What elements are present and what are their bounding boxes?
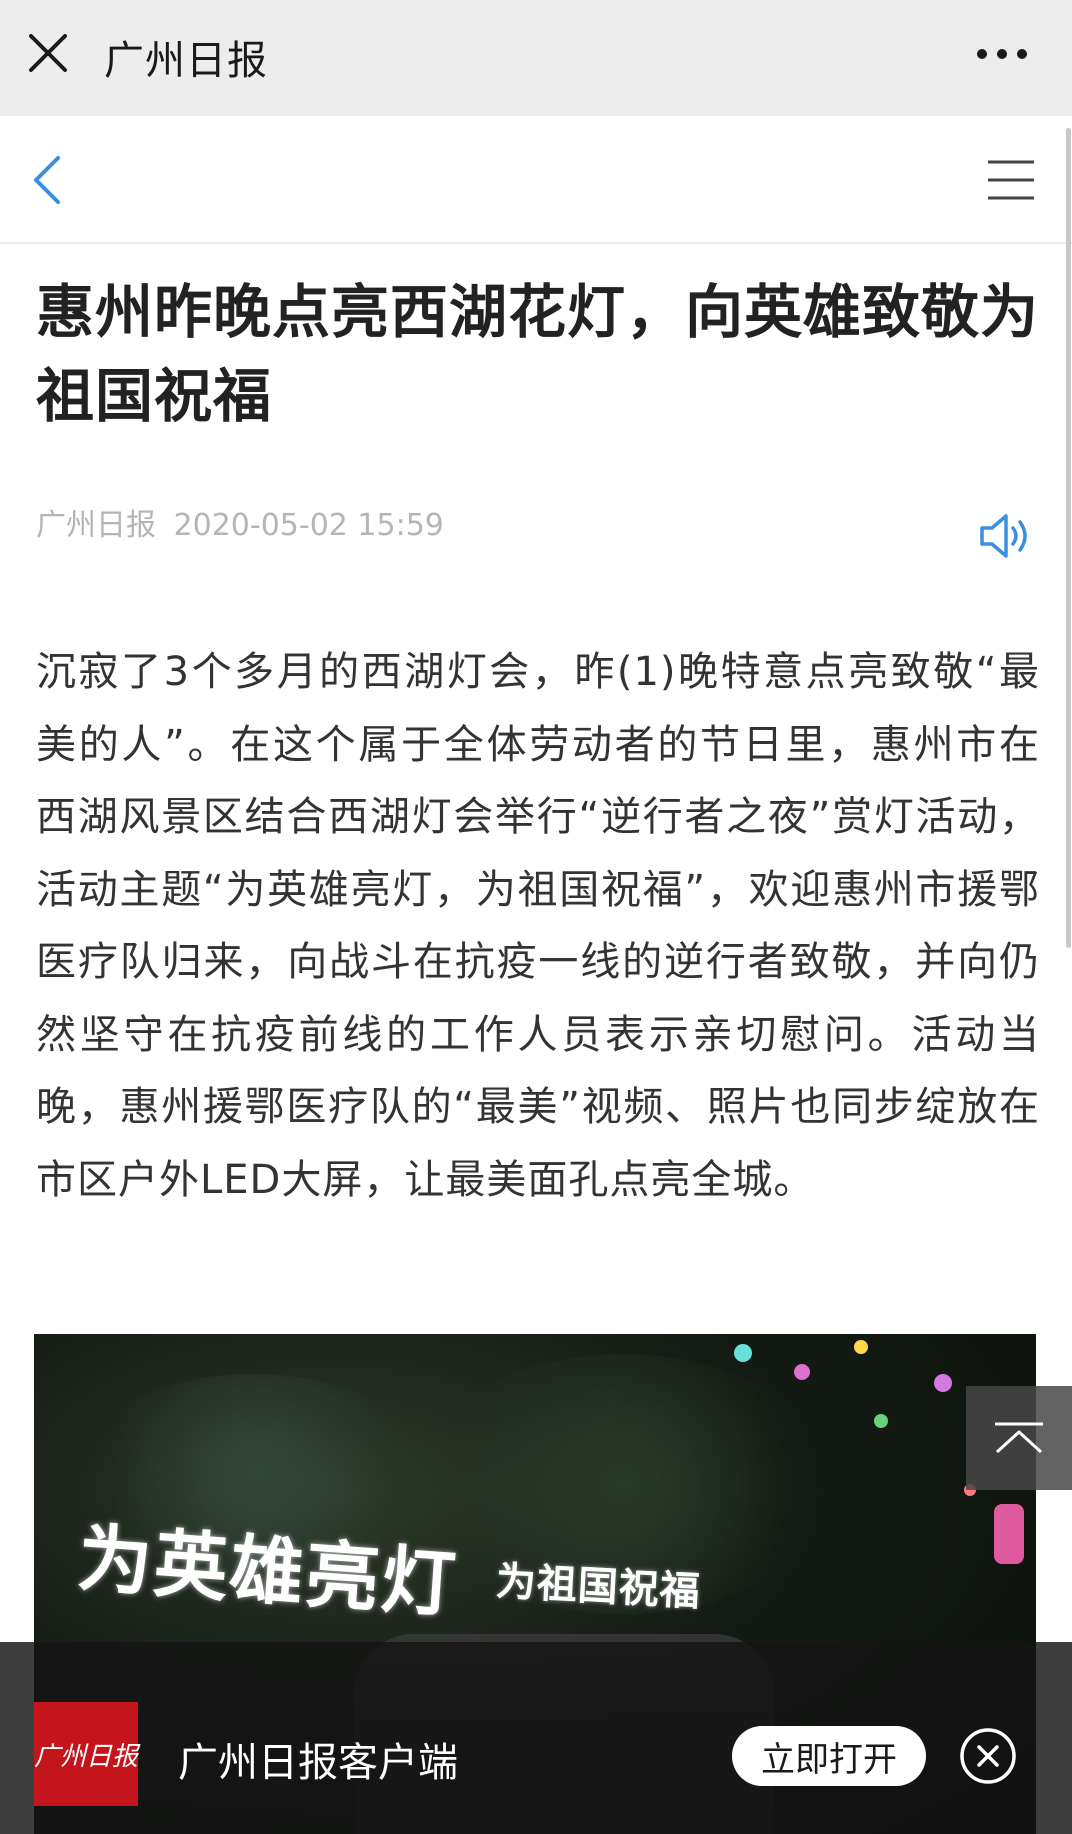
app-name: 广州日报客户端 xyxy=(178,1740,458,1786)
chevron-left-icon xyxy=(34,156,60,204)
speaker-icon xyxy=(980,514,1027,558)
close-banner-button[interactable] xyxy=(958,1726,1018,1786)
photo-light xyxy=(874,1414,888,1428)
photo-light xyxy=(734,1344,752,1362)
article-datetime: 2020-05-02 15:59 xyxy=(173,508,444,543)
scroll-to-top-button[interactable] xyxy=(966,1386,1072,1490)
more-button[interactable] xyxy=(972,34,1032,74)
menu-button[interactable] xyxy=(984,156,1038,204)
article-nav-bar xyxy=(0,116,1072,244)
article-body: 沉寂了3个多月的西湖灯会，昨(1)晚特意点亮致敬“最美的人”。在这个属于全体劳动… xyxy=(36,649,1040,1203)
more-icon xyxy=(977,49,1027,59)
photo-light xyxy=(934,1374,952,1392)
app-download-banner: 广州日报 广州日报客户端 立即打开 xyxy=(0,1642,1072,1834)
close-circle-icon xyxy=(960,1728,1016,1784)
audio-button[interactable] xyxy=(976,508,1034,564)
close-icon xyxy=(29,34,67,72)
back-button[interactable] xyxy=(28,152,68,208)
menu-icon xyxy=(988,160,1034,200)
scrollbar[interactable] xyxy=(1066,128,1071,948)
photo-sign-sub: 为祖国祝福 xyxy=(494,1558,702,1616)
photo-light xyxy=(994,1504,1024,1564)
open-app-button[interactable]: 立即打开 xyxy=(732,1726,926,1786)
article-title: 惠州昨晚点亮西湖花灯，向英雄致敬为祖国祝福 xyxy=(36,278,1040,430)
page: 广州日报 惠州昨晚点亮西湖花灯，向英雄致敬为祖国祝福 广州日报 2020-05-… xyxy=(0,0,1072,1834)
top-bar: 广州日报 xyxy=(0,0,1072,116)
app-logo: 广州日报 xyxy=(34,1702,138,1806)
photo-light xyxy=(854,1340,868,1354)
close-button[interactable] xyxy=(22,24,74,82)
article-source: 广州日报 xyxy=(36,508,156,543)
article-meta: 广州日报 2020-05-02 15:59 xyxy=(36,500,444,544)
chevron-up-icon xyxy=(995,1422,1043,1454)
photo-light xyxy=(794,1364,810,1380)
window-title: 广州日报 xyxy=(104,38,268,84)
